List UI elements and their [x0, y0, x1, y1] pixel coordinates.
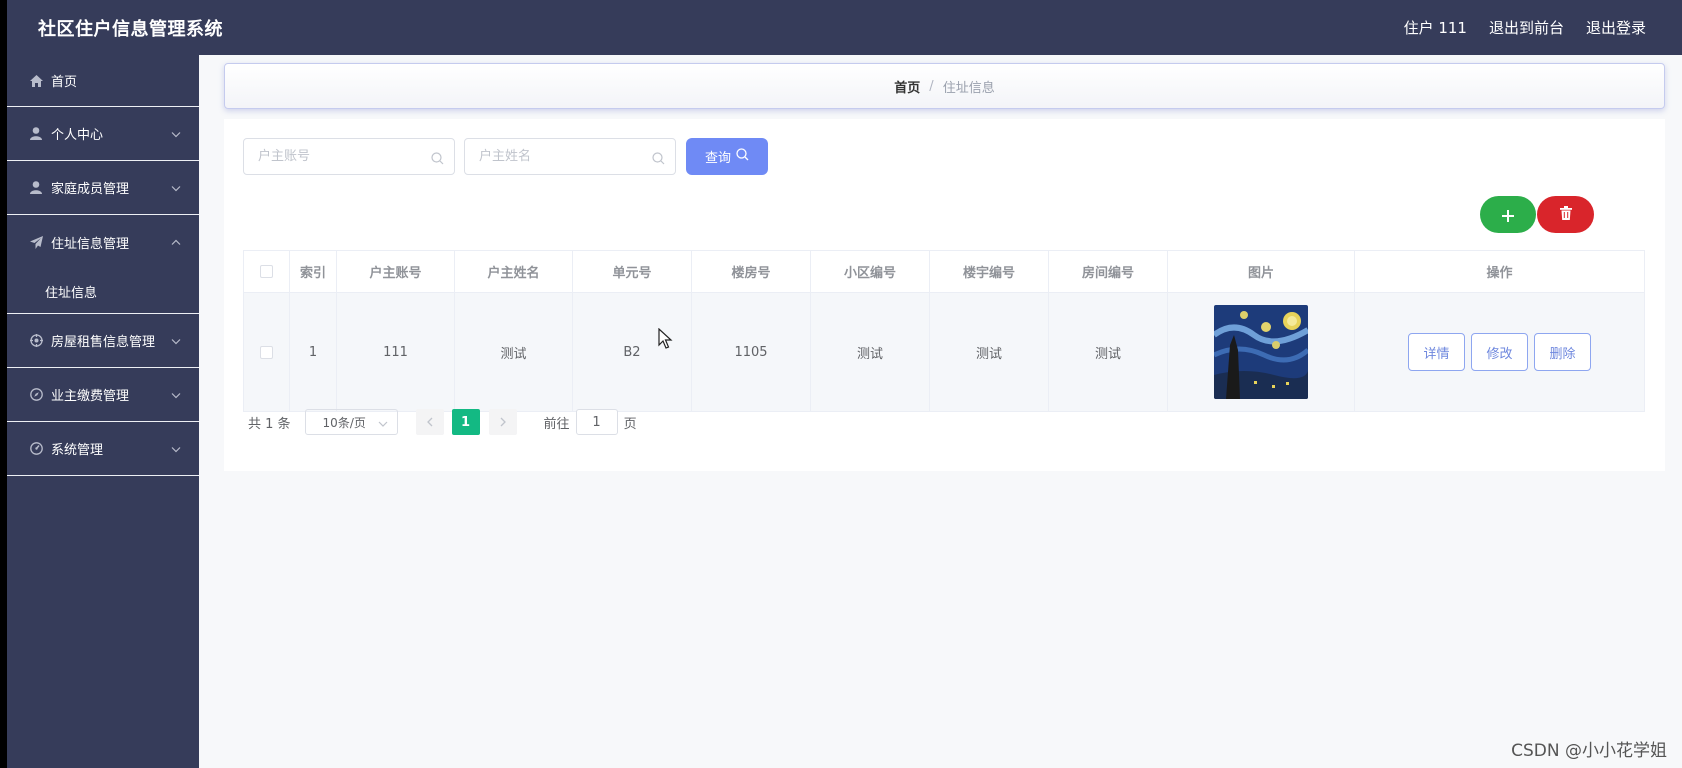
app-title: 社区住户信息管理系统 — [38, 19, 223, 40]
column-header: 楼宇编号 — [930, 251, 1049, 293]
batch-delete-button[interactable] — [1537, 196, 1594, 233]
logout-link[interactable]: 退出登录 — [1586, 17, 1646, 38]
query-button[interactable]: 查询 — [686, 138, 768, 175]
trash-icon — [1559, 205, 1572, 224]
chevron-up-icon — [171, 235, 181, 250]
column-header: 操作 — [1355, 251, 1644, 293]
app-window: 社区住户信息管理系统 住户 111 退出到前台 退出登录 首页 个人中心 家庭成… — [7, 0, 1682, 768]
sidebar-item-owner-payment[interactable]: 业主缴费管理 — [7, 368, 199, 422]
sidebar-item-label: 家庭成员管理 — [51, 182, 130, 197]
header-select-all — [244, 251, 290, 293]
breadcrumb-separator: / — [929, 78, 934, 94]
cell-actions: 详情 修改 删除 — [1355, 293, 1644, 411]
page-number-button[interactable]: 1 — [451, 409, 480, 435]
goto-label: 前往 — [543, 416, 570, 432]
sidebar-item-label: 房屋租售信息管理 — [51, 335, 156, 350]
user-label[interactable]: 住户 111 — [1404, 17, 1467, 38]
main-content: 首页 / 住址信息 查询 — [199, 55, 1682, 768]
chevron-down-icon — [171, 126, 181, 141]
sidebar-item-system-management[interactable]: 系统管理 — [7, 422, 199, 476]
search-icon — [652, 150, 665, 165]
content-panel: 查询 索引 户主账号 户主姓名 — [224, 119, 1665, 471]
sidebar-subitem-address-info[interactable]: 住址信息 — [7, 269, 199, 314]
sidebar-item-label: 个人中心 — [51, 128, 104, 143]
sidebar-item-address-management[interactable]: 住址信息管理 — [7, 215, 199, 269]
chevron-down-icon — [171, 441, 181, 456]
next-page-button[interactable] — [488, 409, 517, 435]
column-header: 小区编号 — [811, 251, 930, 293]
compass-icon — [29, 388, 43, 402]
name-search-field[interactable] — [464, 138, 676, 175]
sidebar-item-family-members[interactable]: 家庭成员管理 — [7, 161, 199, 215]
breadcrumb: 首页 / 住址信息 — [224, 63, 1665, 109]
sidebar-item-house-rental[interactable]: 房屋租售信息管理 — [7, 314, 199, 368]
column-header: 图片 — [1168, 251, 1355, 293]
row-checkbox[interactable] — [260, 345, 273, 359]
sidebar-item-label: 系统管理 — [51, 443, 104, 458]
column-header: 房间编号 — [1049, 251, 1168, 293]
breadcrumb-home[interactable]: 首页 — [894, 77, 920, 96]
column-header: 楼房号 — [692, 251, 811, 293]
watermark: CSDN @小小花学姐 — [1511, 741, 1667, 761]
mouse-cursor-icon — [658, 328, 673, 349]
user-icon — [29, 181, 43, 195]
sidebar-item-home[interactable]: 首页 — [7, 55, 199, 107]
address-table: 索引 户主账号 户主姓名 单元号 楼房号 小区编号 楼宇编号 房间编号 图片 操… — [243, 250, 1645, 412]
account-search-field[interactable] — [243, 138, 455, 175]
sidebar: 首页 个人中心 家庭成员管理 住址信息管理 住址信息 房屋租售信息管理 业主缴费… — [7, 55, 199, 768]
page-size-select[interactable]: 10条/页 — [304, 409, 398, 435]
cell-building-no: 测试 — [930, 293, 1049, 411]
cell-room-no: 测试 — [1049, 293, 1168, 411]
sidebar-item-label: 住址信息管理 — [51, 236, 130, 252]
delete-button[interactable]: 删除 — [1534, 333, 1591, 371]
table-row: 1 111 测试 B2 1105 测试 测试 测试 详情 修改 删除 — [244, 293, 1644, 411]
user-icon — [29, 127, 43, 141]
settings-icon — [29, 334, 43, 348]
cell-index: 1 — [290, 293, 337, 411]
sidebar-item-label: 首页 — [51, 75, 78, 90]
cell-account: 111 — [337, 293, 455, 411]
top-bar: 社区住户信息管理系统 住户 111 退出到前台 退出登录 — [7, 0, 1682, 55]
account-search-input[interactable] — [244, 139, 419, 174]
starry-night-thumbnail[interactable] — [1214, 305, 1308, 399]
gauge-icon — [29, 442, 43, 456]
row-select-cell — [244, 293, 290, 411]
cell-building: 1105 — [692, 293, 811, 411]
name-search-input[interactable] — [465, 139, 640, 174]
cell-image — [1168, 293, 1355, 411]
goto-page-input[interactable] — [575, 409, 618, 435]
page-suffix: 页 — [623, 416, 637, 432]
plus-icon — [1501, 201, 1515, 229]
sidebar-item-personal-center[interactable]: 个人中心 — [7, 107, 199, 161]
send-icon — [29, 235, 43, 249]
detail-button[interactable]: 详情 — [1408, 333, 1465, 371]
column-header: 户主姓名 — [455, 251, 573, 293]
chevron-down-icon — [171, 180, 181, 195]
column-header: 索引 — [290, 251, 337, 293]
add-button[interactable] — [1480, 196, 1536, 233]
cell-unit: B2 — [573, 293, 692, 411]
prev-page-button[interactable] — [415, 409, 444, 435]
cell-community-no: 测试 — [811, 293, 930, 411]
top-links: 住户 111 退出到前台 退出登录 — [1404, 17, 1646, 38]
chevron-down-icon — [171, 387, 181, 402]
table-header-row: 索引 户主账号 户主姓名 单元号 楼房号 小区编号 楼宇编号 房间编号 图片 操… — [244, 251, 1644, 293]
select-all-checkbox[interactable] — [260, 265, 273, 278]
total-count: 共 1 条 — [248, 416, 291, 432]
sidebar-item-label: 业主缴费管理 — [51, 389, 130, 404]
breadcrumb-current: 住址信息 — [942, 80, 995, 96]
pagination: 共 1 条 10条/页 1 前往 页 — [248, 409, 637, 435]
cell-name: 测试 — [455, 293, 573, 411]
chevron-down-icon — [171, 333, 181, 348]
exit-to-front-link[interactable]: 退出到前台 — [1489, 17, 1564, 38]
page-size-value: 10条/页 — [322, 415, 366, 430]
column-header: 单元号 — [573, 251, 692, 293]
home-icon — [29, 74, 43, 88]
column-header: 户主账号 — [337, 251, 455, 293]
edit-button[interactable]: 修改 — [1471, 333, 1528, 371]
search-icon — [736, 148, 749, 165]
chevron-down-icon — [378, 416, 388, 430]
search-icon — [431, 150, 444, 165]
query-button-label: 查询 — [704, 151, 731, 166]
